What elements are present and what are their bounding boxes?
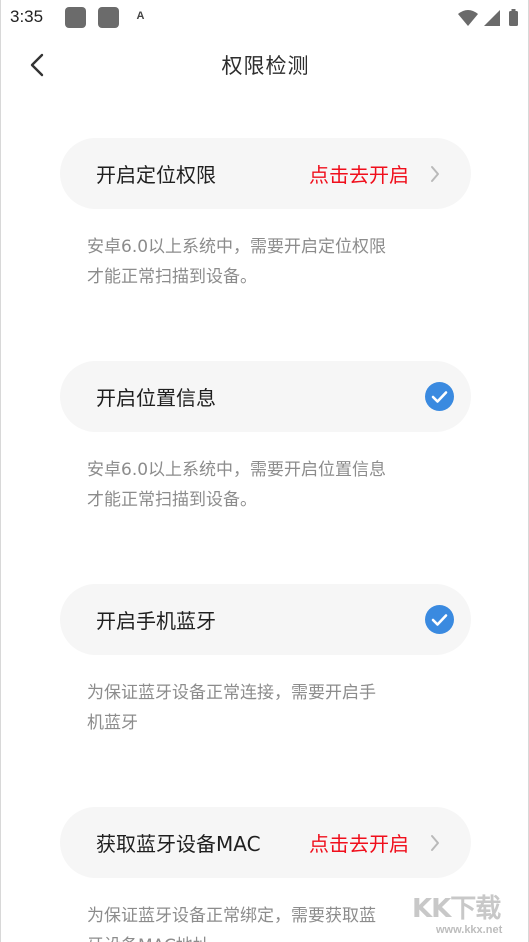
app-screen: 3:35 A 权限检测 开启定位权限 点击去开启 安卓6.0以上系统中，需要开启… <box>0 0 529 942</box>
signal-icon <box>484 10 500 26</box>
watermark-url: www.kkx.net <box>436 924 503 936</box>
enable-action-link[interactable]: 点击去开启 <box>309 828 409 857</box>
bluetooth-mac-row[interactable]: 获取蓝牙设备MAC 点击去开启 <box>60 807 471 878</box>
chevron-right-icon <box>431 835 439 851</box>
app-header: 权限检测 <box>1 36 528 94</box>
check-circle-icon <box>425 605 454 634</box>
watermark-logo: KK下载 <box>412 894 501 924</box>
row-label: 开启位置信息 <box>96 386 216 410</box>
row-description: 安卓6.0以上系统中，需要开启定位权限 才能正常扫描到设备。 <box>87 237 387 287</box>
row-label: 获取蓝牙设备MAC <box>96 832 261 856</box>
chevron-right-icon <box>431 166 439 182</box>
status-icons <box>458 9 518 26</box>
location-service-row[interactable]: 开启位置信息 <box>60 361 471 432</box>
site-watermark: KK下载 www.kkx.net <box>406 884 528 942</box>
wifi-icon <box>458 10 478 26</box>
notification-icon <box>98 7 119 28</box>
row-label: 开启手机蓝牙 <box>96 609 216 633</box>
notification-icon <box>65 7 86 28</box>
row-description: 为保证蓝牙设备正常连接，需要开启手 机蓝牙 <box>87 683 376 733</box>
row-description: 安卓6.0以上系统中，需要开启位置信息 才能正常扫描到设备。 <box>87 460 387 510</box>
row-label: 开启定位权限 <box>96 163 216 187</box>
location-permission-row[interactable]: 开启定位权限 点击去开启 <box>60 138 471 209</box>
status-bar: 3:35 A <box>1 0 528 36</box>
bluetooth-row[interactable]: 开启手机蓝牙 <box>60 584 471 655</box>
enable-action-link[interactable]: 点击去开启 <box>309 159 409 188</box>
battery-icon <box>509 11 518 26</box>
check-circle-icon <box>425 382 454 411</box>
font-badge-icon: A <box>136 10 145 22</box>
status-time: 3:35 <box>10 7 44 26</box>
page-title: 权限检测 <box>221 54 310 78</box>
